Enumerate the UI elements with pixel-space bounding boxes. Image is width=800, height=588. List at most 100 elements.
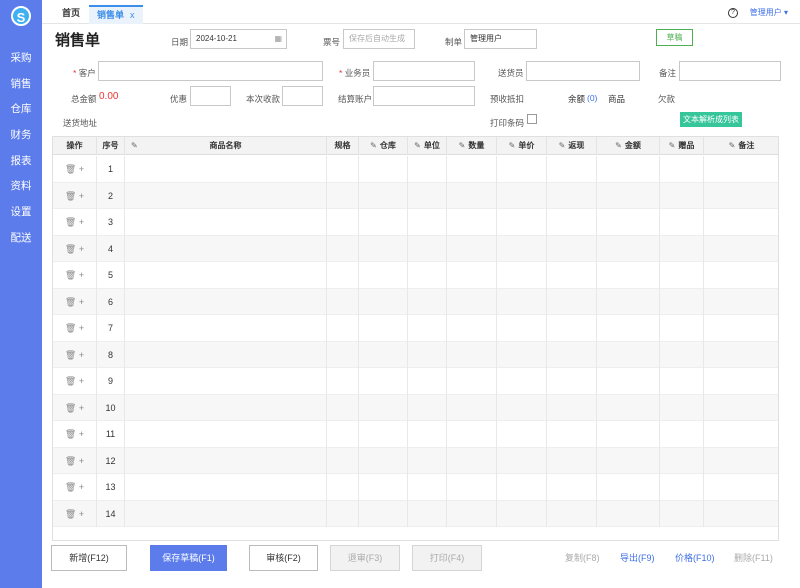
delete-add-row-icons[interactable]: 🗑 + bbox=[65, 429, 84, 439]
col-quantity[interactable]: ✎ 数量 bbox=[447, 137, 497, 155]
table-cell[interactable] bbox=[408, 288, 447, 315]
table-cell[interactable] bbox=[125, 209, 327, 236]
sidebar-item-warehouse[interactable]: 仓库 bbox=[0, 97, 42, 123]
calendar-icon[interactable]: ▦ bbox=[274, 30, 282, 48]
table-cell[interactable] bbox=[597, 341, 660, 368]
table-cell[interactable] bbox=[359, 394, 408, 421]
table-cell[interactable] bbox=[497, 341, 547, 368]
table-cell[interactable] bbox=[547, 421, 597, 448]
tab-close-icon[interactable]: x bbox=[130, 10, 135, 20]
sidebar-item-finance[interactable]: 财务 bbox=[0, 123, 42, 149]
export-link[interactable]: 导出(F9) bbox=[620, 551, 655, 564]
table-cell[interactable] bbox=[704, 183, 778, 210]
table-cell[interactable] bbox=[125, 288, 327, 315]
table-cell[interactable] bbox=[497, 368, 547, 395]
table-cell[interactable] bbox=[547, 182, 597, 209]
table-cell[interactable] bbox=[408, 474, 447, 501]
table-cell[interactable] bbox=[125, 341, 327, 368]
table-cell[interactable] bbox=[447, 500, 497, 527]
table-cell[interactable] bbox=[125, 235, 327, 262]
delete-add-row-icons[interactable]: 🗑 + bbox=[65, 376, 84, 386]
table-cell[interactable] bbox=[327, 447, 359, 474]
table-cell[interactable] bbox=[125, 394, 327, 421]
sidebar-item-sales[interactable]: 销售 bbox=[0, 72, 42, 98]
edit-pencil-icon[interactable]: ✎ bbox=[414, 141, 421, 150]
table-cell[interactable] bbox=[408, 182, 447, 209]
table-cell[interactable] bbox=[447, 394, 497, 421]
table-cell[interactable] bbox=[497, 262, 547, 289]
delete-add-row-icons[interactable]: 🗑 + bbox=[65, 323, 84, 333]
salesman-field[interactable] bbox=[373, 61, 475, 81]
table-cell[interactable] bbox=[327, 394, 359, 421]
table-cell[interactable] bbox=[660, 368, 704, 395]
edit-pencil-icon[interactable]: ✎ bbox=[370, 141, 377, 150]
print-barcode-checkbox[interactable] bbox=[527, 114, 537, 124]
table-cell[interactable] bbox=[704, 209, 778, 236]
edit-pencil-icon[interactable]: ✎ bbox=[729, 141, 736, 150]
table-cell[interactable] bbox=[497, 182, 547, 209]
table-cell[interactable] bbox=[547, 209, 597, 236]
save-draft-button[interactable]: 保存草稿(F1) bbox=[150, 545, 227, 571]
table-cell[interactable] bbox=[447, 447, 497, 474]
table-cell[interactable] bbox=[704, 501, 778, 528]
table-cell[interactable] bbox=[547, 315, 597, 342]
table-cell[interactable] bbox=[597, 394, 660, 421]
table-cell[interactable] bbox=[597, 315, 660, 342]
table-cell[interactable] bbox=[660, 156, 704, 183]
table-cell[interactable] bbox=[408, 368, 447, 395]
sidebar-item-delivery[interactable]: 配送 bbox=[0, 226, 42, 252]
col-product-name[interactable]: ✎ 商品名称 bbox=[125, 137, 327, 155]
table-cell[interactable] bbox=[359, 474, 408, 501]
table-cell[interactable] bbox=[547, 235, 597, 262]
edit-pencil-icon[interactable]: ✎ bbox=[509, 141, 516, 150]
col-warehouse[interactable]: ✎ 仓库 bbox=[359, 137, 408, 155]
table-cell[interactable] bbox=[704, 236, 778, 263]
table-cell[interactable] bbox=[597, 262, 660, 289]
table-cell[interactable] bbox=[497, 288, 547, 315]
table-cell[interactable] bbox=[547, 341, 597, 368]
table-cell[interactable] bbox=[125, 447, 327, 474]
new-button[interactable]: 新增(F12) bbox=[51, 545, 127, 571]
table-cell[interactable] bbox=[447, 156, 497, 183]
table-cell[interactable] bbox=[327, 474, 359, 501]
table-cell[interactable] bbox=[704, 474, 778, 501]
edit-pencil-icon[interactable]: ✎ bbox=[615, 141, 622, 150]
table-cell[interactable] bbox=[597, 235, 660, 262]
table-cell[interactable] bbox=[704, 421, 778, 448]
delete-add-row-icons[interactable]: 🗑 + bbox=[65, 191, 84, 201]
maker-field[interactable]: 管理用户 bbox=[464, 29, 537, 49]
table-cell[interactable] bbox=[547, 500, 597, 527]
delete-add-row-icons[interactable]: 🗑 + bbox=[65, 297, 84, 307]
table-cell[interactable] bbox=[660, 394, 704, 421]
table-cell[interactable] bbox=[547, 262, 597, 289]
table-cell[interactable] bbox=[125, 262, 327, 289]
delete-add-row-icons[interactable]: 🗑 + bbox=[65, 270, 84, 280]
table-cell[interactable] bbox=[704, 368, 778, 395]
delete-link[interactable]: 删除(F11) bbox=[734, 551, 773, 564]
table-cell[interactable] bbox=[597, 288, 660, 315]
delete-add-row-icons[interactable]: 🗑 + bbox=[65, 456, 84, 466]
delete-add-row-icons[interactable]: 🗑 + bbox=[65, 217, 84, 227]
table-cell[interactable] bbox=[497, 474, 547, 501]
table-cell[interactable] bbox=[447, 474, 497, 501]
table-cell[interactable] bbox=[597, 209, 660, 236]
print-button[interactable]: 打印(F4) bbox=[412, 545, 482, 571]
delete-add-row-icons[interactable]: 🗑 + bbox=[65, 164, 84, 174]
table-cell[interactable] bbox=[660, 421, 704, 448]
table-cell[interactable] bbox=[327, 341, 359, 368]
table-cell[interactable] bbox=[497, 235, 547, 262]
parse-text-button[interactable]: 文本解析成列表 bbox=[680, 112, 742, 127]
table-cell[interactable] bbox=[327, 182, 359, 209]
table-cell[interactable] bbox=[447, 368, 497, 395]
edit-pencil-icon[interactable]: ✎ bbox=[559, 141, 566, 150]
help-icon[interactable]: ? bbox=[728, 8, 738, 18]
table-cell[interactable] bbox=[125, 421, 327, 448]
delete-add-row-icons[interactable]: 🗑 + bbox=[65, 509, 84, 519]
edit-pencil-icon[interactable]: ✎ bbox=[669, 141, 676, 150]
copy-link[interactable]: 复制(F8) bbox=[565, 551, 600, 564]
table-cell[interactable] bbox=[704, 342, 778, 369]
table-cell[interactable] bbox=[660, 500, 704, 527]
table-cell[interactable] bbox=[660, 447, 704, 474]
customer-field[interactable] bbox=[98, 61, 323, 81]
table-cell[interactable] bbox=[447, 315, 497, 342]
